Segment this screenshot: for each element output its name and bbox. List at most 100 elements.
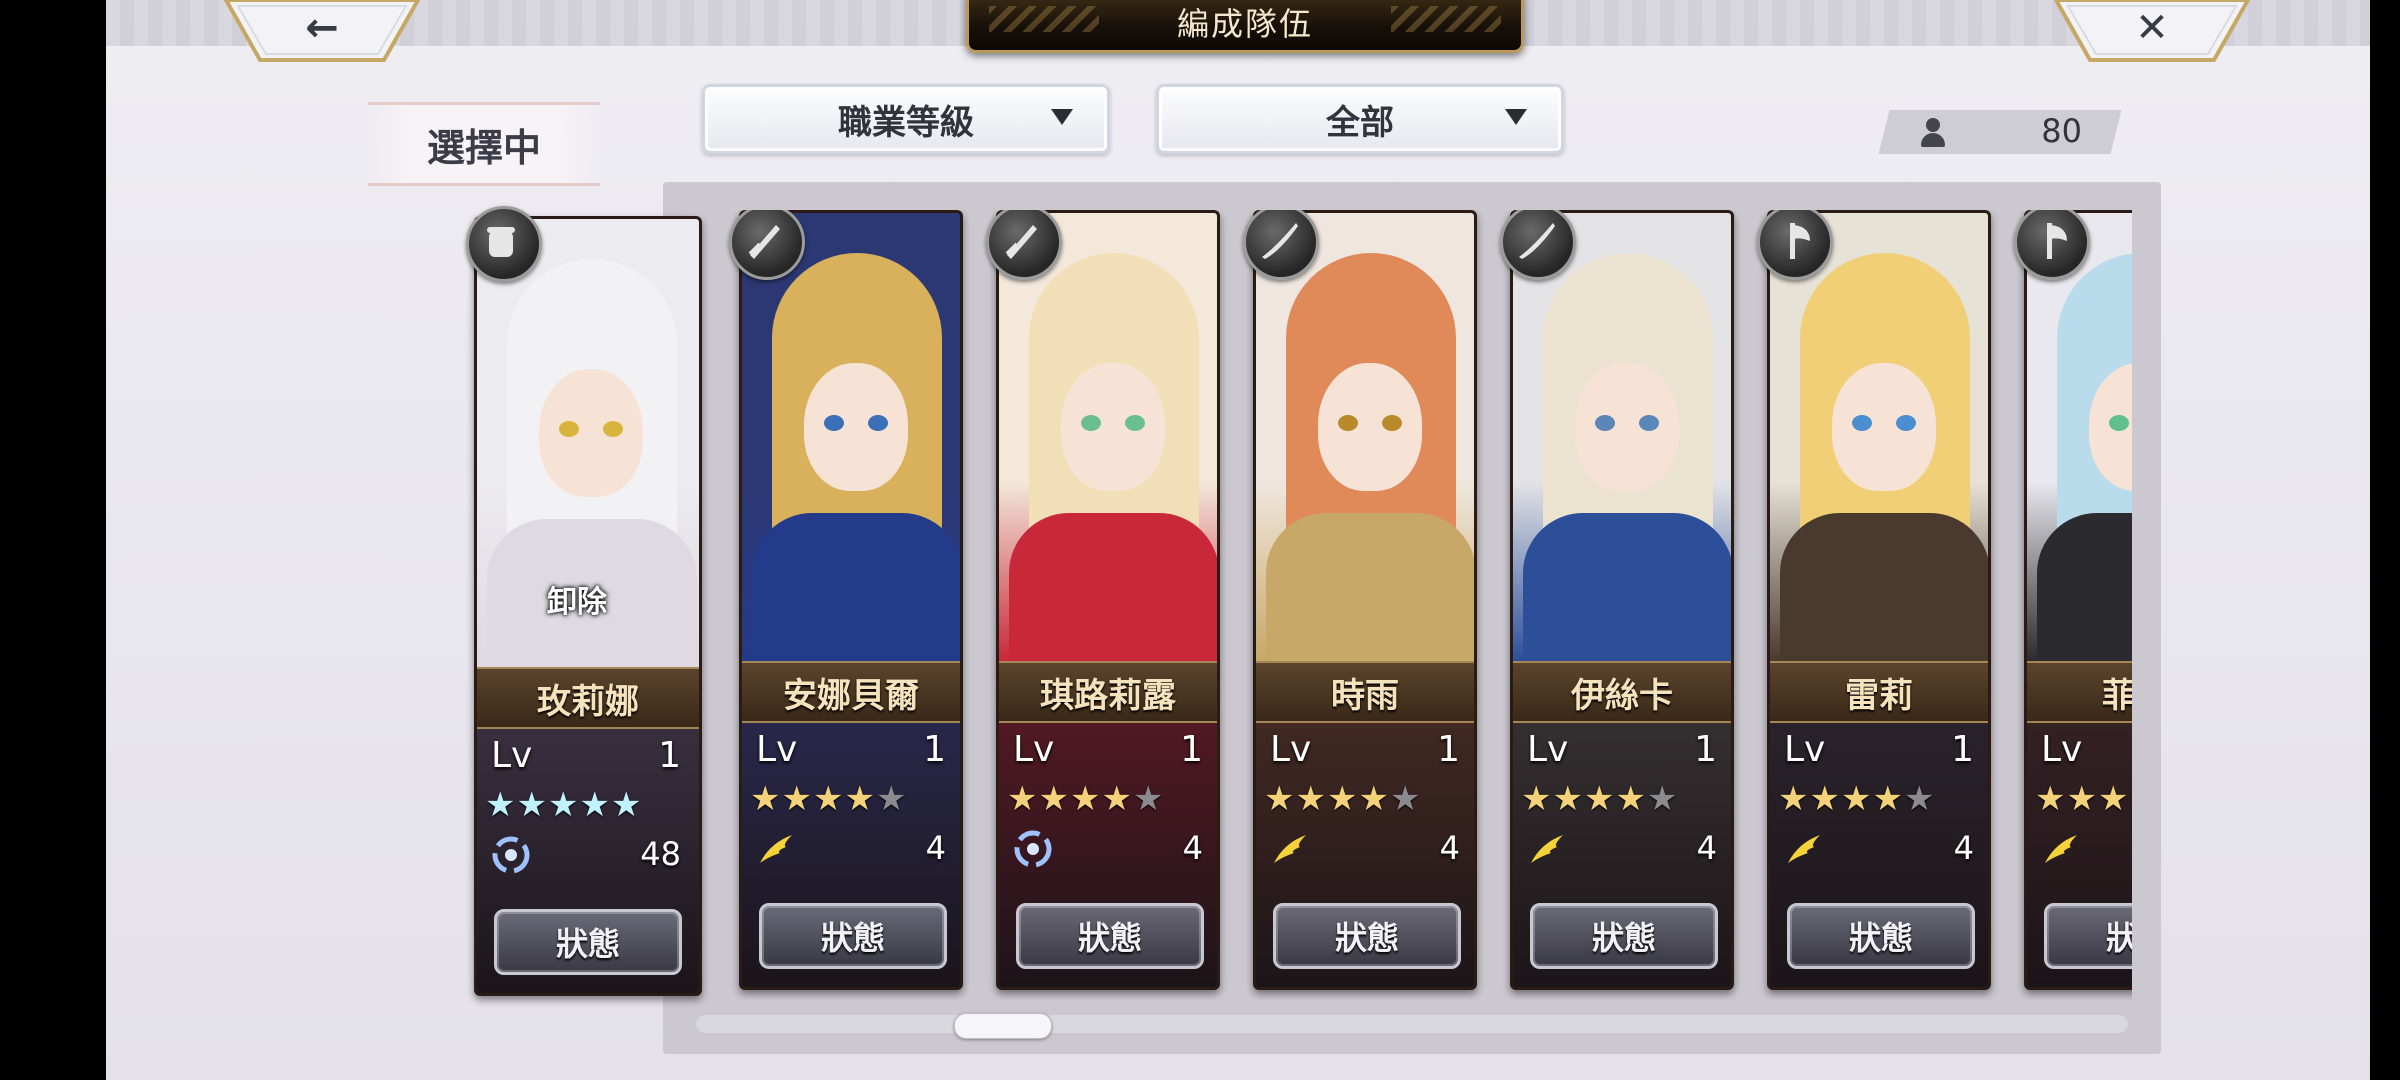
star-icon: ★ (1038, 779, 1070, 819)
level-row: Lv (2041, 729, 2132, 779)
skill-value: 4 (1182, 829, 1203, 867)
star-icon: ★ (1583, 779, 1616, 819)
status-button[interactable]: 狀態 (1016, 903, 1204, 969)
character-card[interactable]: 卸除玫莉娜 Lv 1 ★★★★★ 48 狀態 (474, 216, 702, 996)
status-button[interactable]: 狀態 (1273, 903, 1461, 969)
level-value: 1 (1180, 729, 1203, 770)
star-icon: ★ (610, 785, 643, 825)
character-list[interactable]: 安娜貝爾 Lv 1 ★★★★★ 4 狀態 琪路莉露 Lv 1 ★★★★★ 4 狀態 時雨 Lv 1 ★★★… (692, 210, 2132, 1000)
level-value: 1 (1694, 729, 1717, 770)
star-icon: ★ (750, 779, 782, 819)
character-card[interactable]: 琪路莉露 Lv 1 ★★★★★ 4 狀態 (996, 210, 1220, 990)
star-icon: ★ (1295, 779, 1327, 819)
back-arrow-icon: ← (305, 5, 339, 51)
close-button[interactable]: ✕ (2054, 0, 2250, 64)
star-icon: ★ (1646, 779, 1679, 819)
sort-dropdown[interactable]: 職業等級 (702, 84, 1110, 154)
close-icon: ✕ (2135, 5, 2169, 51)
star-icon: ★ (1007, 779, 1039, 819)
scrollbar-track[interactable] (696, 1015, 2128, 1033)
star-icon: ★ (1132, 779, 1165, 819)
level-row: Lv 1 (1784, 729, 1974, 779)
skill-value: 4 (1953, 829, 1974, 867)
star-icon: ★ (2097, 779, 2130, 819)
skill-row: 4 (1784, 825, 1974, 875)
star-icon: ★ (1389, 779, 1422, 819)
rarity-stars: ★★★★★ (1264, 779, 1421, 819)
character-name: 安娜貝爾 (742, 661, 960, 723)
skill-row: 48 (491, 831, 681, 881)
star-icon: ★ (579, 785, 611, 825)
star-icon: ★ (1101, 779, 1133, 819)
level-row: Lv 1 (491, 735, 681, 785)
level-label: Lv (1784, 729, 1826, 770)
skill-row: 4 (1527, 825, 1717, 875)
star-icon: ★ (1872, 779, 1904, 819)
character-card[interactable]: 伊絲卡 Lv 1 ★★★★★ 4 狀態 (1510, 210, 1734, 990)
wing-icon (2041, 829, 2081, 869)
status-button[interactable]: 狀態 (759, 903, 947, 969)
star-icon: ★ (844, 779, 876, 819)
star-icon: ★ (1069, 779, 1102, 819)
character-name: 伊絲卡 (1513, 661, 1731, 723)
member-count: 80 (1884, 110, 2116, 154)
star-icon: ★ (1615, 779, 1647, 819)
level-value: 1 (1437, 729, 1460, 770)
character-portrait (1513, 213, 1731, 673)
screen-title: 編成隊伍 (1176, 5, 1313, 43)
chevron-down-icon (1505, 109, 1527, 125)
spiral-icon (491, 835, 531, 875)
character-portrait (1770, 213, 1988, 673)
level-label: Lv (1013, 729, 1055, 770)
character-name: 玫莉娜 (477, 667, 699, 729)
star-icon: ★ (2129, 779, 2132, 819)
character-portrait (1256, 213, 1474, 673)
character-card[interactable]: 菲羅 Lv ★★★★★ 狀態 (2024, 210, 2132, 990)
status-button[interactable]: 狀態 (2044, 903, 2132, 969)
star-icon: ★ (1358, 779, 1390, 819)
star-icon: ★ (1326, 779, 1359, 819)
rarity-stars: ★★★★★ (2035, 779, 2132, 819)
level-row: Lv 1 (1527, 729, 1717, 779)
star-icon: ★ (1552, 779, 1584, 819)
star-icon: ★ (1264, 779, 1296, 819)
star-icon: ★ (875, 779, 908, 819)
level-label: Lv (2041, 729, 2083, 770)
skill-value: 4 (1439, 829, 1460, 867)
back-button[interactable]: ← (224, 0, 420, 64)
star-icon: ★ (1840, 779, 1873, 819)
remove-label[interactable]: 卸除 (547, 577, 607, 621)
rarity-stars: ★★★★★ (1778, 779, 1935, 819)
character-name: 時雨 (1256, 661, 1474, 723)
scrollbar-thumb[interactable] (954, 1013, 1052, 1039)
star-icon: ★ (2035, 779, 2067, 819)
rarity-stars: ★★★★★ (485, 785, 642, 825)
star-icon: ★ (1778, 779, 1810, 819)
skill-row: 4 (756, 825, 946, 875)
star-icon: ★ (2066, 779, 2098, 819)
skill-row (2041, 825, 2132, 875)
character-portrait (999, 213, 1217, 673)
wing-icon (1784, 829, 1824, 869)
level-label: Lv (491, 735, 533, 776)
character-card[interactable]: 時雨 Lv 1 ★★★★★ 4 狀態 (1253, 210, 1477, 990)
status-button[interactable]: 狀態 (1530, 903, 1718, 969)
star-icon: ★ (781, 779, 813, 819)
level-label: Lv (1527, 729, 1569, 770)
skill-value: 4 (1696, 829, 1717, 867)
star-icon: ★ (485, 785, 517, 825)
wing-icon (756, 829, 796, 869)
gauntlet-icon (466, 206, 542, 282)
filter-dropdown[interactable]: 全部 (1156, 84, 1564, 154)
star-icon: ★ (812, 779, 845, 819)
status-button[interactable]: 狀態 (1787, 903, 1975, 969)
spiral-icon (1013, 829, 1053, 869)
character-card[interactable]: 雷莉 Lv 1 ★★★★★ 4 狀態 (1767, 210, 1991, 990)
skill-value: 48 (640, 835, 681, 873)
character-card[interactable]: 安娜貝爾 Lv 1 ★★★★★ 4 狀態 (739, 210, 963, 990)
status-button[interactable]: 狀態 (494, 909, 682, 975)
level-label: Lv (756, 729, 798, 770)
level-row: Lv 1 (1270, 729, 1460, 779)
character-portrait (742, 213, 960, 673)
rarity-stars: ★★★★★ (750, 779, 907, 819)
